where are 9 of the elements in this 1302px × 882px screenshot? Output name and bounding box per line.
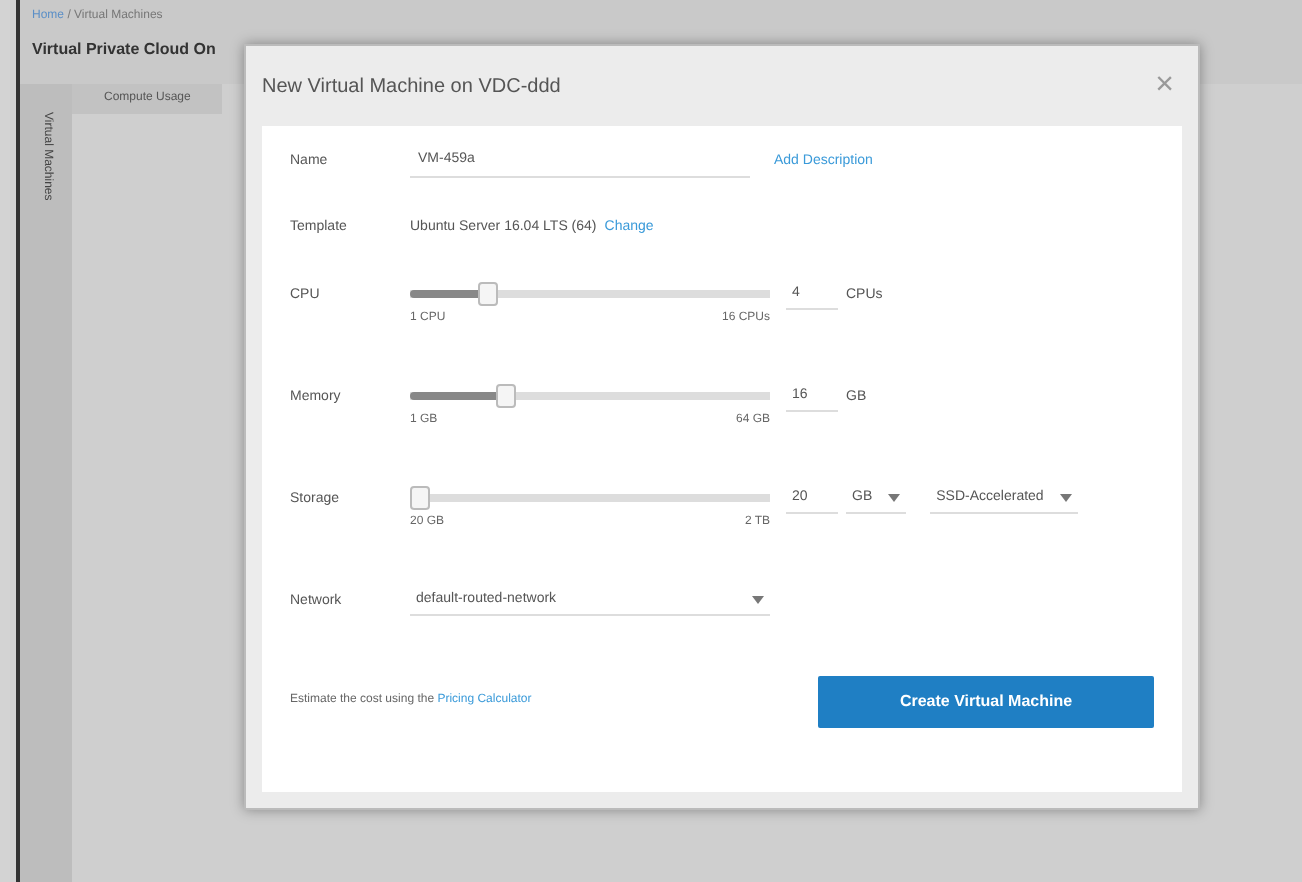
page-title: Virtual Private Cloud On	[32, 38, 218, 62]
caret-icon	[888, 494, 901, 503]
slider-thumb[interactable]	[410, 486, 430, 510]
create-button[interactable]: Create Virtual Machine	[818, 675, 1154, 727]
slider-thumb[interactable]	[495, 384, 515, 408]
slider-thumb[interactable]	[478, 282, 498, 306]
caret-icon	[752, 596, 764, 605]
caret-icon	[1059, 494, 1072, 503]
dialog-title: New Virtual Machine on VDC-ddd	[262, 73, 561, 101]
